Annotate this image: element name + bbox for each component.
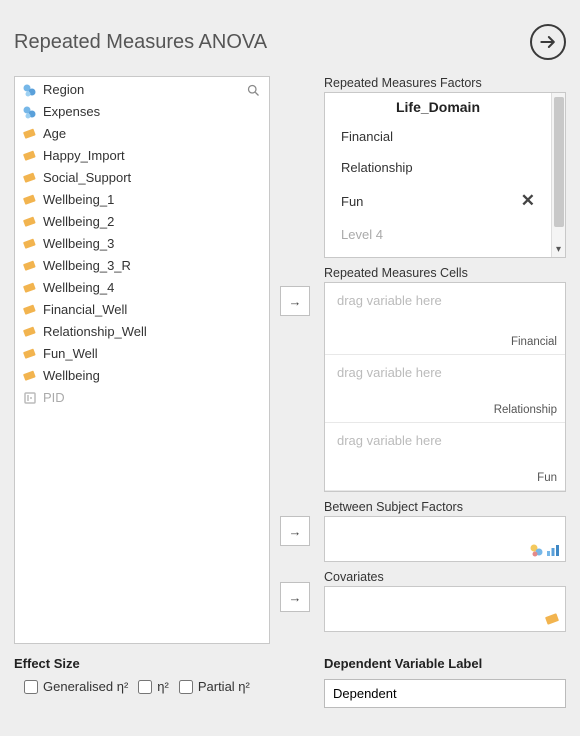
variable-item[interactable]: Age — [15, 123, 269, 145]
variable-item[interactable]: Wellbeing_3_R — [15, 255, 269, 277]
continuous-type-icon — [23, 347, 37, 361]
variable-item[interactable]: Social_Support — [15, 167, 269, 189]
arrow-right-icon — [538, 32, 558, 52]
rm-cells-panel[interactable]: drag variable here Financial drag variab… — [324, 282, 566, 492]
variable-name: Wellbeing_2 — [43, 213, 114, 231]
variable-name: Region — [43, 81, 84, 99]
covariates-label: Covariates — [324, 570, 566, 584]
drag-placeholder: drag variable here — [337, 433, 553, 448]
variable-name: Social_Support — [43, 169, 131, 187]
variable-item[interactable]: Wellbeing_1 — [15, 189, 269, 211]
variable-name: Wellbeing_3_R — [43, 257, 131, 275]
variable-name: Happy_Import — [43, 147, 125, 165]
move-to-covariates-button[interactable]: → — [280, 582, 310, 612]
eta-checkbox[interactable]: η² — [138, 679, 169, 694]
ordinal-type-icon — [546, 543, 560, 557]
continuous-type-icon — [23, 149, 37, 163]
rm-cell-label: Financial — [511, 336, 557, 348]
arrow-right-icon: → — [289, 524, 302, 539]
chevron-down-icon[interactable]: ▾ — [556, 244, 561, 255]
id-type-icon — [23, 391, 37, 405]
between-factors-panel[interactable] — [324, 516, 566, 562]
variable-name: Relationship_Well — [43, 323, 147, 341]
variable-name: Age — [43, 125, 66, 143]
continuous-type-icon — [23, 281, 37, 295]
rm-cell[interactable]: drag variable here Fun — [325, 423, 565, 491]
continuous-type-icon — [23, 215, 37, 229]
variable-name: Financial_Well — [43, 301, 127, 319]
variable-item[interactable]: PID — [15, 387, 269, 409]
variable-name: Wellbeing_4 — [43, 279, 114, 297]
continuous-type-icon — [23, 303, 37, 317]
scrollbar[interactable]: ▾ — [551, 93, 565, 257]
variable-name: Wellbeing — [43, 367, 100, 385]
variable-name: Wellbeing_1 — [43, 191, 114, 209]
rm-factors-label: Repeated Measures Factors — [324, 76, 566, 90]
variable-item[interactable]: Wellbeing_3 — [15, 233, 269, 255]
covariates-panel[interactable] — [324, 586, 566, 632]
variable-name: Wellbeing_3 — [43, 235, 114, 253]
continuous-type-icon — [23, 259, 37, 273]
effect-size-label: Effect Size — [14, 656, 314, 671]
variable-item[interactable]: Wellbeing_4 — [15, 277, 269, 299]
variable-item[interactable]: Wellbeing_2 — [15, 211, 269, 233]
drag-placeholder: drag variable here — [337, 365, 553, 380]
move-to-between-button[interactable]: → — [280, 516, 310, 546]
nominal-type-icon — [530, 543, 544, 557]
variable-item[interactable]: Fun_Well — [15, 343, 269, 365]
rm-cells-label: Repeated Measures Cells — [324, 266, 566, 280]
page-title: Repeated Measures ANOVA — [14, 31, 267, 54]
continuous-type-icon — [23, 171, 37, 185]
remove-level-icon[interactable]: ✕ — [521, 191, 535, 211]
variable-name: Fun_Well — [43, 345, 98, 363]
variable-item[interactable]: Relationship_Well — [15, 321, 269, 343]
continuous-type-icon — [23, 193, 37, 207]
continuous-type-icon — [23, 127, 37, 141]
variable-item[interactable]: Wellbeing — [15, 365, 269, 387]
variable-item[interactable]: Expenses — [15, 101, 269, 123]
rm-factor-level-placeholder[interactable]: Level 4 — [325, 219, 551, 250]
rm-factor-level[interactable]: Relationship — [325, 152, 551, 183]
variable-item[interactable]: Happy_Import — [15, 145, 269, 167]
generalised-eta-checkbox[interactable]: Generalised η² — [24, 679, 128, 694]
drag-placeholder: drag variable here — [337, 293, 553, 308]
arrow-right-icon: → — [289, 590, 302, 605]
continuous-type-icon — [545, 612, 560, 627]
continuous-type-icon — [23, 237, 37, 251]
dep-var-label: Dependent Variable Label — [324, 656, 566, 671]
dep-var-input[interactable] — [324, 679, 566, 708]
move-to-cells-button[interactable]: → — [280, 286, 310, 316]
variable-list-panel[interactable]: Region Expenses Age Happy_Import Social_Supp… — [14, 76, 270, 644]
run-arrow-button[interactable] — [530, 24, 566, 60]
arrow-right-icon: → — [289, 294, 302, 309]
variable-name: PID — [43, 389, 65, 407]
nominal-type-icon — [23, 83, 37, 97]
variable-item[interactable]: Region — [15, 79, 269, 101]
rm-factors-panel[interactable]: Life_Domain Financial Relationship Fun✕ … — [324, 92, 566, 258]
rm-cell[interactable]: drag variable here Financial — [325, 283, 565, 355]
rm-cell[interactable]: drag variable here Relationship — [325, 355, 565, 423]
rm-factor-level[interactable]: Financial — [325, 121, 551, 152]
variable-name: Expenses — [43, 103, 100, 121]
continuous-type-icon — [23, 325, 37, 339]
rm-cell-label: Fun — [537, 472, 557, 484]
search-icon[interactable] — [246, 83, 261, 101]
rm-factor-name[interactable]: Life_Domain — [325, 93, 551, 121]
nominal-type-icon — [23, 105, 37, 119]
continuous-type-icon — [23, 369, 37, 383]
rm-cell-label: Relationship — [494, 404, 557, 416]
partial-eta-checkbox[interactable]: Partial η² — [179, 679, 250, 694]
between-factors-label: Between Subject Factors — [324, 500, 566, 514]
variable-item[interactable]: Financial_Well — [15, 299, 269, 321]
rm-factor-level[interactable]: Fun✕ — [325, 183, 551, 219]
